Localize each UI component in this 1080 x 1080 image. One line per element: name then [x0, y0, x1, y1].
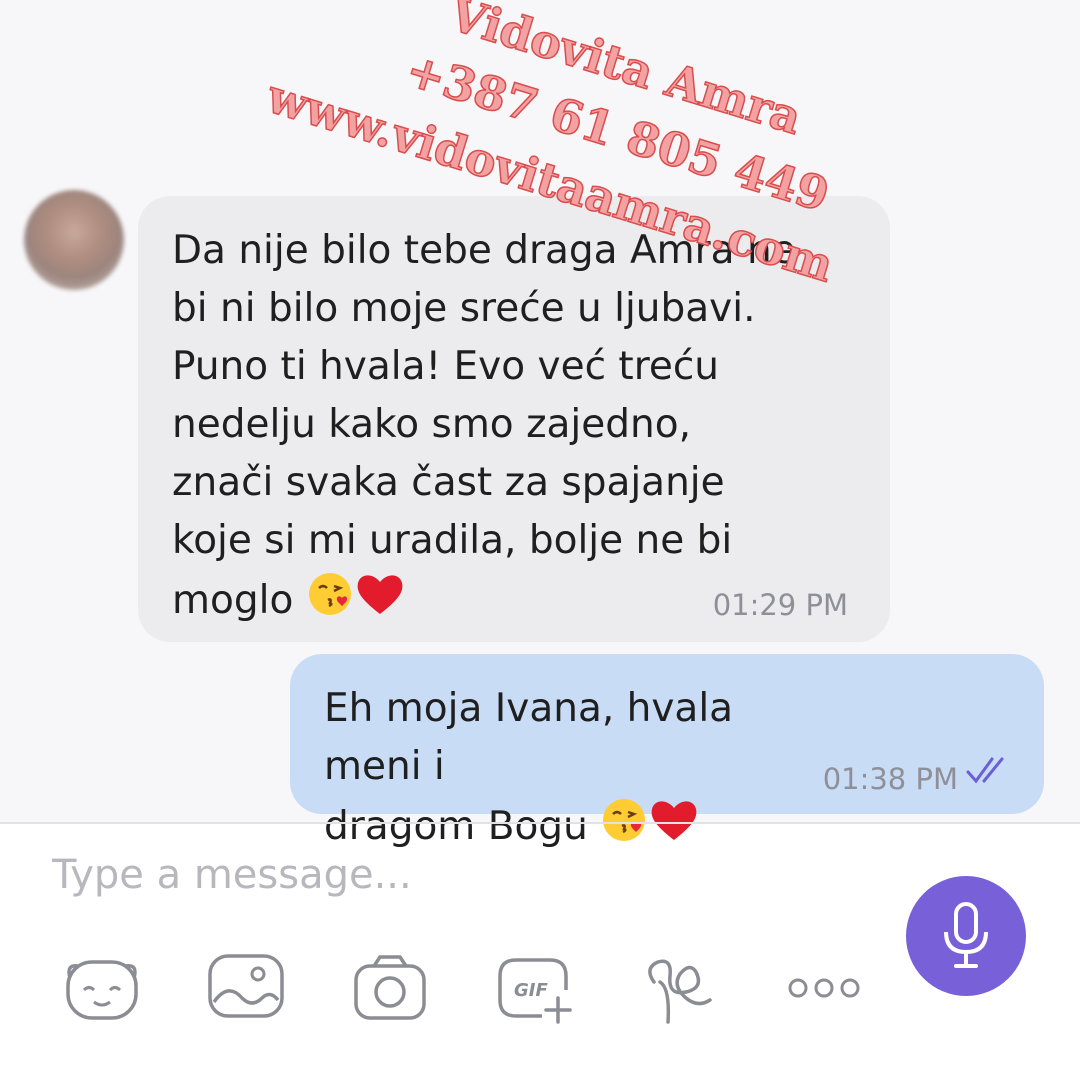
- sticker-icon[interactable]: [64, 952, 140, 1026]
- red-heart-icon: [354, 570, 406, 635]
- incoming-line: bi ni bilo moje sreće u ljubavi.: [172, 286, 756, 331]
- incoming-timestamp: 01:29 PM: [712, 588, 848, 622]
- outgoing-line: Eh moja Ivana, hvala meni i: [324, 686, 746, 789]
- microphone-button[interactable]: [906, 876, 1026, 996]
- outgoing-message-bubble[interactable]: Eh moja Ivana, hvala meni i dragom Bogu …: [290, 654, 1044, 849]
- more-icon[interactable]: [786, 976, 862, 1004]
- incoming-line: nedelju kako smo zajedno,: [172, 402, 691, 447]
- composer-divider: [0, 822, 1080, 824]
- doodle-icon[interactable]: [640, 952, 720, 1030]
- camera-icon[interactable]: [352, 952, 428, 1026]
- incoming-line: Da nije bilo tebe draga Amra ne: [172, 228, 796, 273]
- message-input[interactable]: [52, 852, 752, 898]
- incoming-line: moglo: [172, 578, 294, 623]
- gallery-icon[interactable]: [206, 952, 286, 1026]
- svg-text:GIF: GIF: [514, 980, 548, 1001]
- outgoing-line: dragom Bogu: [324, 804, 588, 849]
- incoming-line: znači svaka čast za spajanje: [172, 460, 725, 505]
- double-check-icon: [966, 756, 1014, 790]
- incoming-line: Puno ti hvala! Evo već treću: [172, 344, 720, 389]
- outgoing-message-text: Eh moja Ivana, hvala meni i dragom Bogu: [324, 680, 824, 861]
- chat-area: Da nije bilo tebe draga Amra ne bi ni bi…: [0, 0, 1080, 849]
- kissing-face-icon: [306, 570, 354, 635]
- incoming-message-text: Da nije bilo tebe draga Amra ne bi ni bi…: [172, 222, 862, 635]
- outgoing-timestamp: 01:38 PM: [822, 762, 958, 796]
- incoming-message-bubble[interactable]: Da nije bilo tebe draga Amra ne bi ni bi…: [138, 196, 890, 642]
- watermark-name: Vidovita Amra: [442, 0, 808, 146]
- gif-icon[interactable]: GIF: [496, 952, 576, 1030]
- contact-avatar[interactable]: [24, 190, 124, 290]
- incoming-line: koje si mi uradila, bolje ne bi: [172, 518, 733, 563]
